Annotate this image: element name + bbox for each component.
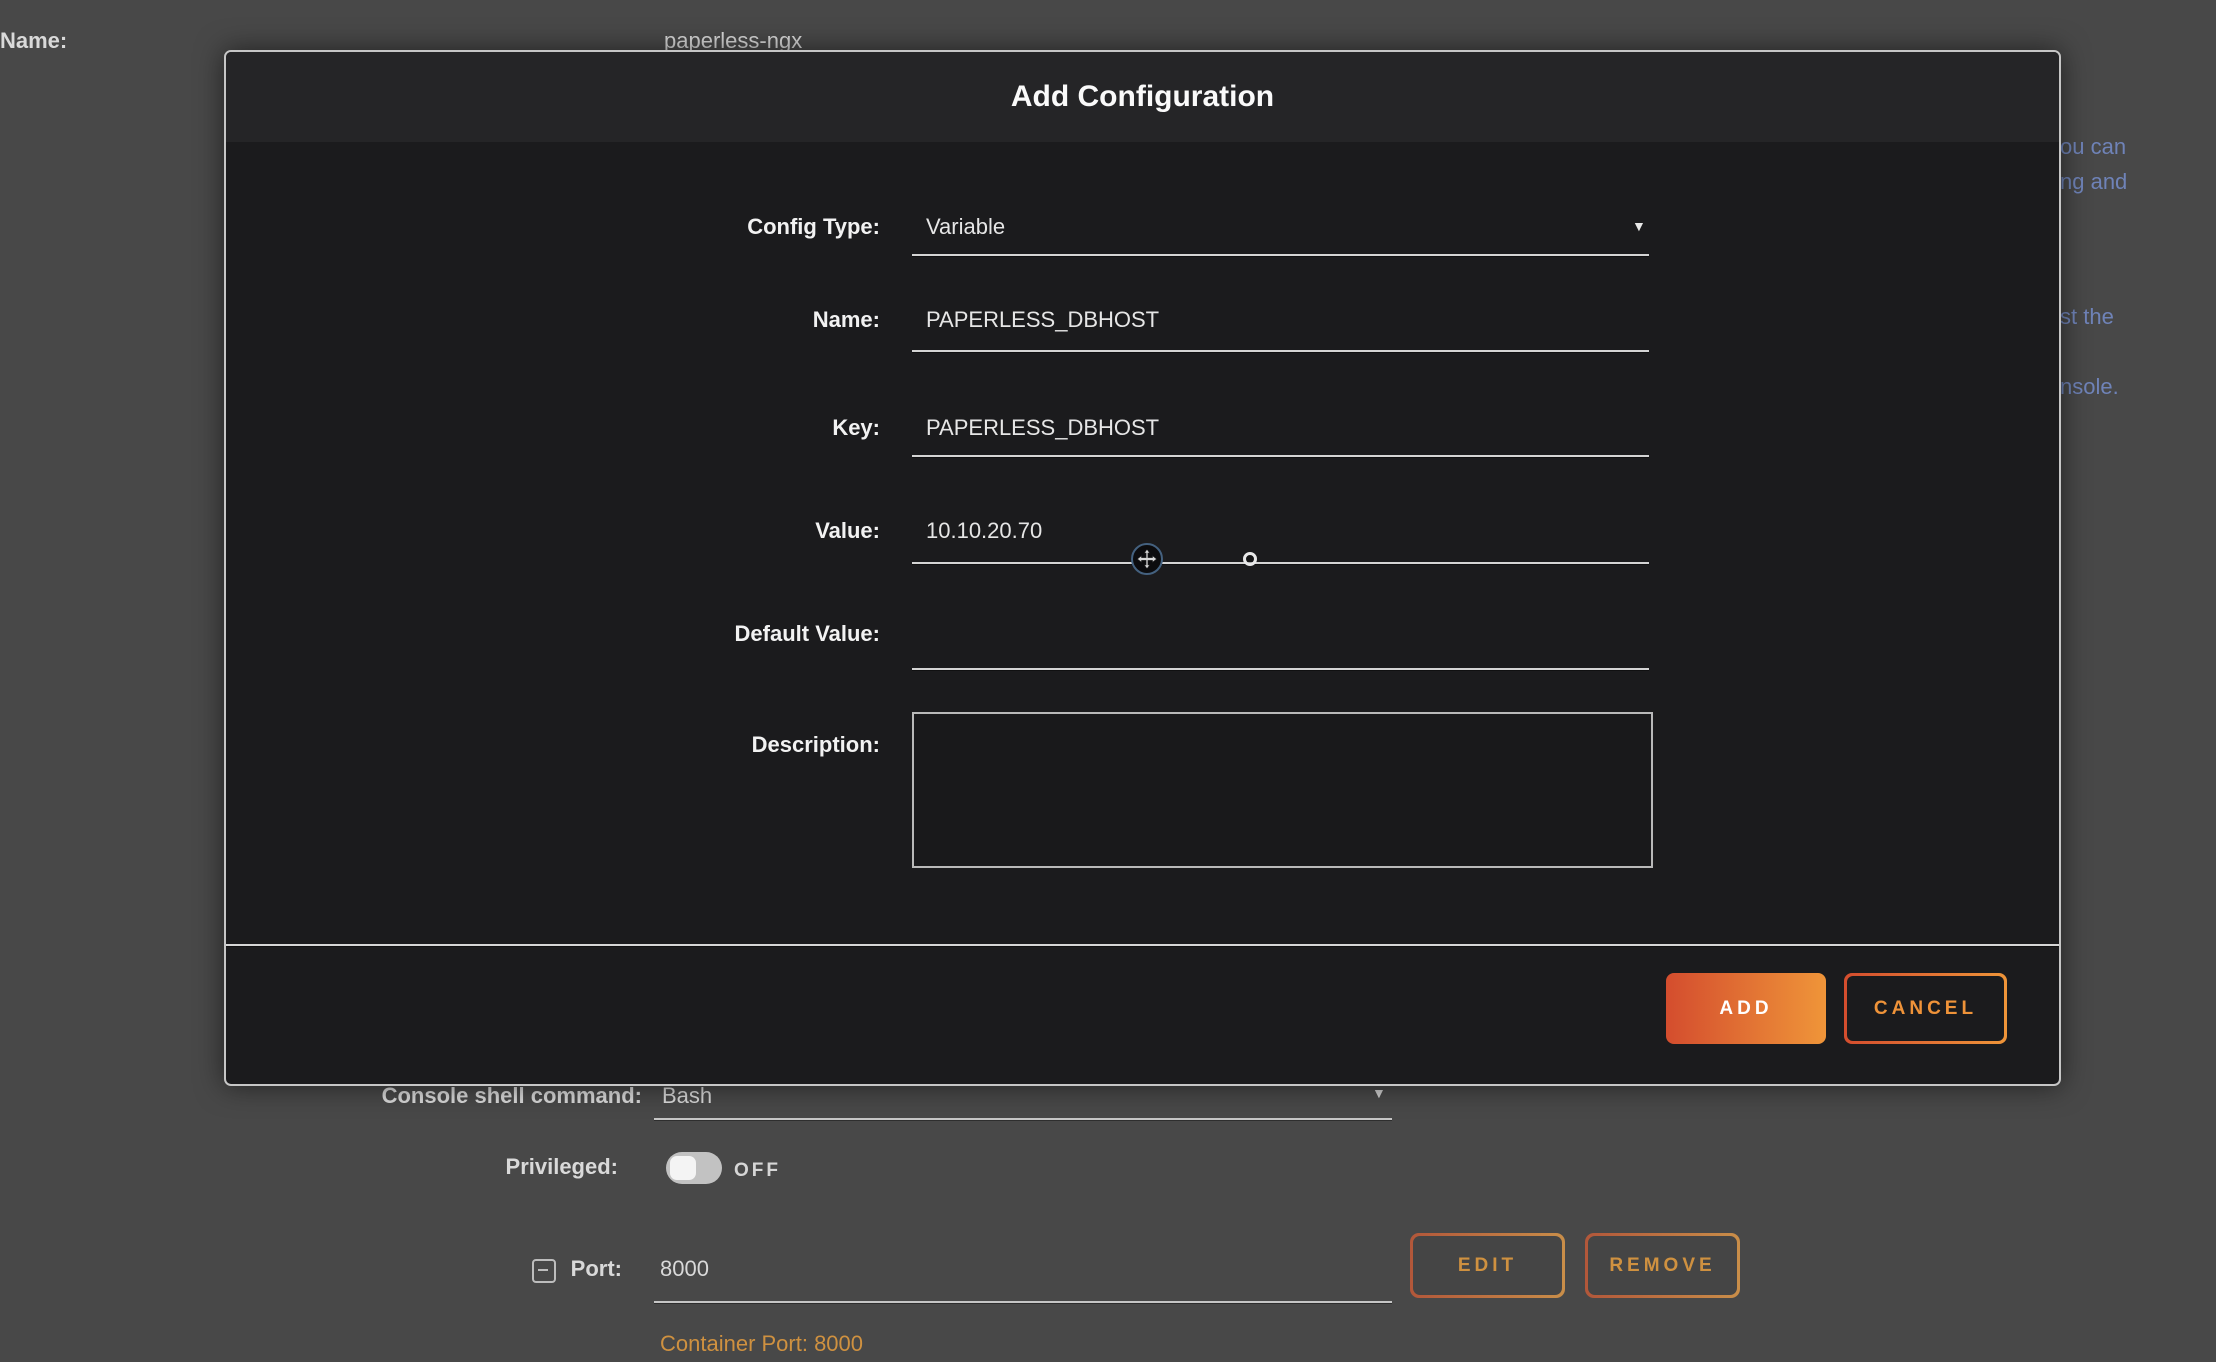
footer-divider bbox=[226, 944, 2059, 946]
privileged-label: Privileged: bbox=[0, 1154, 618, 1180]
add-button[interactable]: ADD bbox=[1666, 973, 1826, 1044]
default-value-input[interactable] bbox=[926, 621, 1626, 647]
default-value-underline bbox=[912, 668, 1649, 670]
console-shell-select[interactable]: Bash bbox=[662, 1083, 712, 1109]
value-underline bbox=[912, 562, 1649, 564]
port-underline bbox=[654, 1301, 1392, 1303]
name-input[interactable] bbox=[926, 307, 1626, 333]
bg-help-text-fragment: st the bbox=[2060, 304, 2114, 330]
privileged-toggle[interactable] bbox=[666, 1152, 722, 1184]
dialog-title: Add Configuration bbox=[226, 52, 2059, 142]
value-label: Value: bbox=[226, 518, 880, 544]
value-input[interactable] bbox=[926, 518, 1626, 544]
edit-button-label: EDIT bbox=[1413, 1236, 1562, 1295]
console-shell-label: Console shell command: bbox=[0, 1083, 642, 1109]
console-shell-underline bbox=[654, 1118, 1392, 1120]
page: Name: paperless-ngx ou can ng and st the… bbox=[0, 0, 2216, 1362]
config-type-underline bbox=[912, 254, 1649, 256]
click-ring-icon bbox=[1243, 552, 1257, 566]
remove-button-label: REMOVE bbox=[1588, 1236, 1737, 1295]
cancel-button-label: CANCEL bbox=[1847, 976, 2004, 1041]
edit-button[interactable]: EDIT bbox=[1410, 1233, 1565, 1298]
bg-help-text-fragment: nsole. bbox=[2060, 374, 2119, 400]
name-underline bbox=[912, 350, 1649, 352]
move-arrows-glyph bbox=[1136, 548, 1158, 570]
chevron-down-icon: ▼ bbox=[1372, 1085, 1386, 1101]
privileged-state-label: OFF bbox=[734, 1160, 781, 1182]
description-textarea[interactable] bbox=[912, 712, 1653, 868]
toggle-knob bbox=[670, 1156, 696, 1180]
config-type-select[interactable]: Variable bbox=[926, 214, 1626, 240]
chevron-down-icon: ▼ bbox=[1632, 218, 1646, 234]
container-port-text: Container Port: 8000 bbox=[660, 1331, 863, 1357]
remove-button[interactable]: REMOVE bbox=[1585, 1233, 1740, 1298]
move-cursor-icon bbox=[1131, 543, 1163, 575]
key-label: Key: bbox=[226, 415, 880, 441]
default-value-label: Default Value: bbox=[226, 621, 880, 647]
key-input[interactable] bbox=[926, 415, 1626, 441]
config-type-label: Config Type: bbox=[226, 214, 880, 240]
dialog-header: Add Configuration bbox=[226, 52, 2059, 142]
bg-help-text-fragment: ng and bbox=[2060, 169, 2127, 195]
name-label: Name: bbox=[226, 307, 880, 333]
description-label: Description: bbox=[226, 732, 880, 758]
port-label: Port: bbox=[0, 1256, 622, 1282]
cancel-button[interactable]: CANCEL bbox=[1844, 973, 2007, 1044]
bg-help-text-fragment: ou can bbox=[2060, 134, 2126, 160]
port-input[interactable]: 8000 bbox=[660, 1256, 709, 1282]
key-underline bbox=[912, 455, 1649, 457]
